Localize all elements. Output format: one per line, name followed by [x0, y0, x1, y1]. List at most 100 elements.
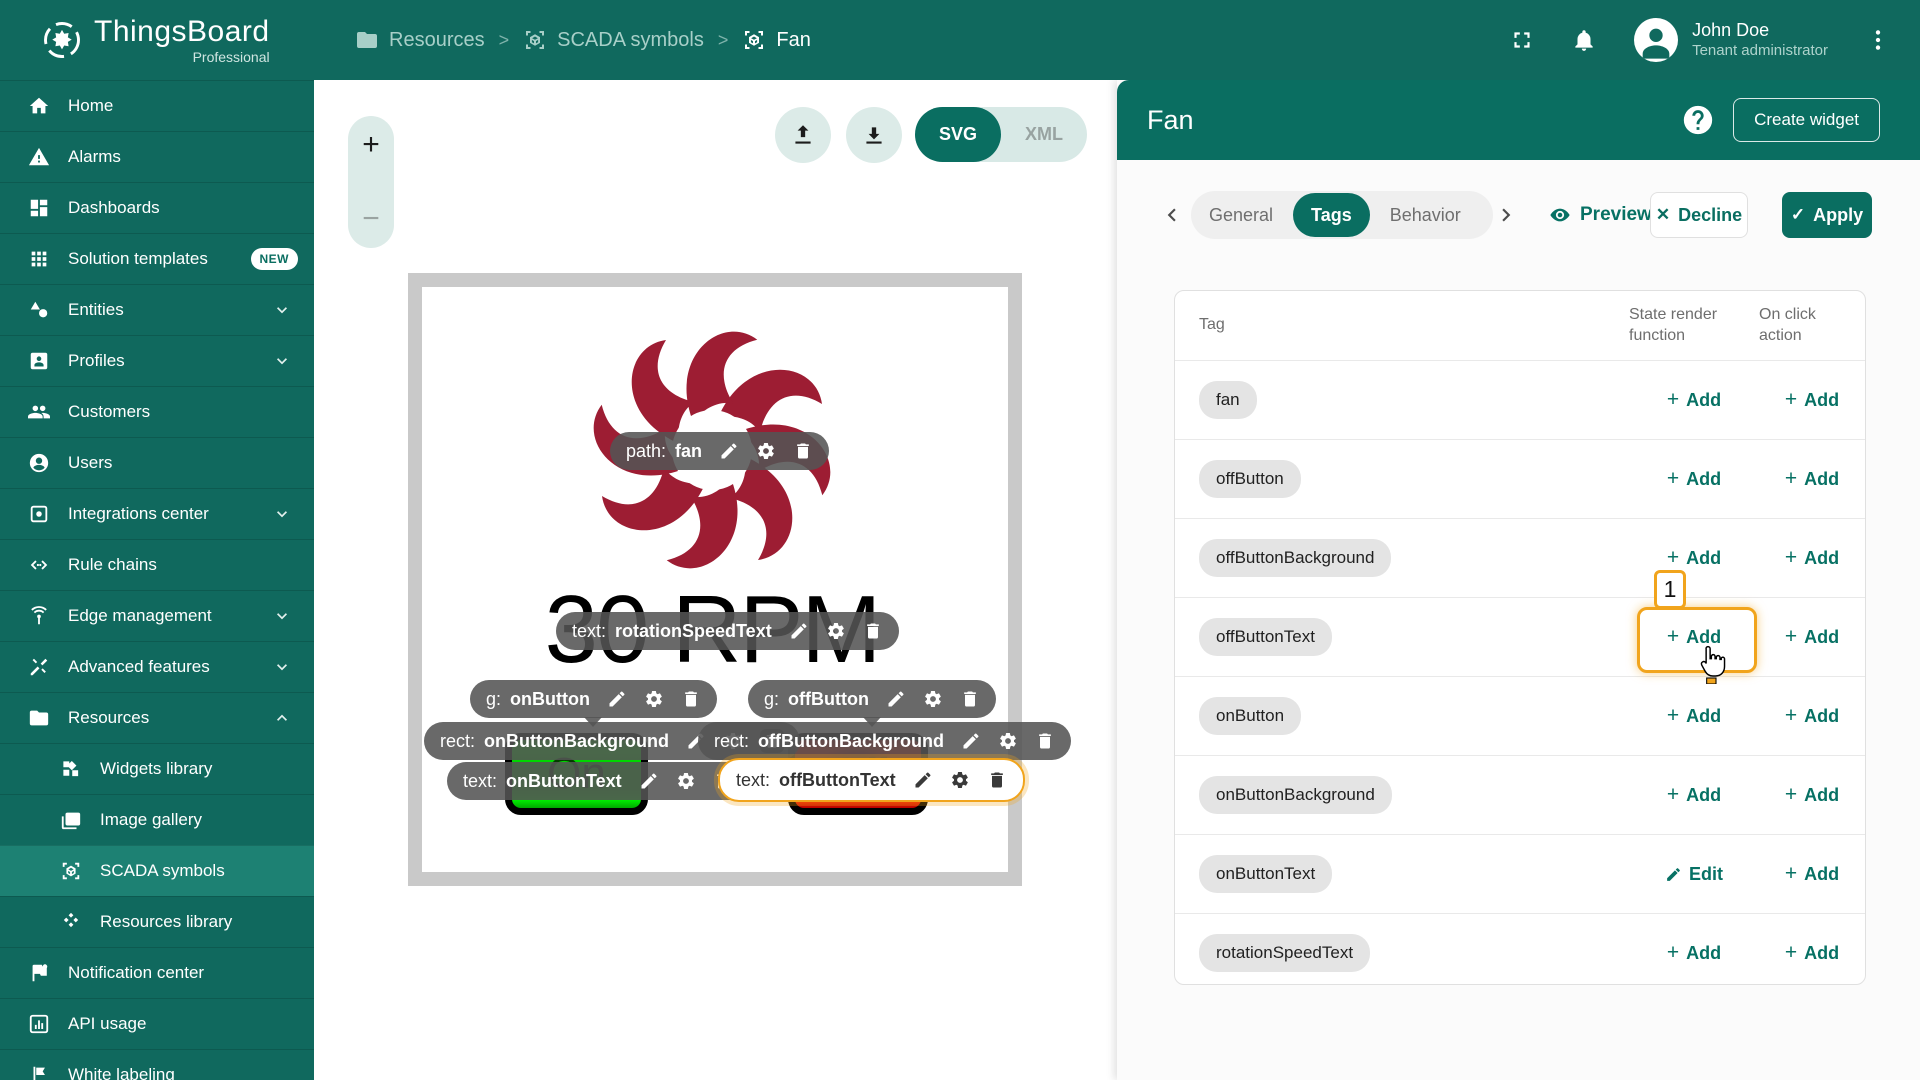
- trash-icon[interactable]: [793, 441, 813, 461]
- sidebar-item-dashboards[interactable]: Dashboards: [0, 182, 314, 233]
- add-state-render-button[interactable]: +Add: [1667, 627, 1721, 648]
- svg-xml-toggle: SVG XML: [915, 107, 1087, 162]
- pencil-icon[interactable]: [789, 621, 809, 641]
- add-click-action-button[interactable]: +Add: [1785, 785, 1839, 806]
- breadcrumb-fan[interactable]: Fan: [742, 28, 810, 52]
- apply-button[interactable]: ✓ Apply: [1782, 192, 1872, 238]
- tabs-scroll-left-icon[interactable]: [1159, 202, 1185, 228]
- add-click-action-button[interactable]: +Add: [1785, 390, 1839, 411]
- fullscreen-button[interactable]: [1498, 16, 1546, 64]
- sidebar-item-image-gallery[interactable]: Image gallery: [0, 794, 314, 845]
- add-click-action-button[interactable]: +Add: [1785, 706, 1839, 727]
- sidebar-item-api-usage[interactable]: API usage: [0, 998, 314, 1049]
- sidebar-item-alarms[interactable]: Alarms: [0, 131, 314, 182]
- pencil-icon[interactable]: [639, 771, 659, 791]
- fullscreen-icon: [1509, 27, 1535, 53]
- add-state-render-button[interactable]: +Add: [1667, 390, 1721, 411]
- tab-behavior[interactable]: Behavior: [1372, 191, 1479, 239]
- help-icon[interactable]: [1681, 103, 1715, 137]
- gear-icon[interactable]: [644, 689, 664, 709]
- add-click-action-button[interactable]: +Add: [1785, 943, 1839, 964]
- column-tag: Tag: [1175, 315, 1629, 336]
- check-icon: ✓: [1791, 205, 1805, 225]
- pencil-icon[interactable]: [719, 441, 739, 461]
- tabs-scroll-right-icon[interactable]: [1493, 202, 1519, 228]
- tab-tags[interactable]: Tags: [1293, 193, 1370, 237]
- pencil-icon[interactable]: [913, 770, 933, 790]
- notifications-button[interactable]: [1560, 16, 1608, 64]
- panel-header: Fan Create widget: [1117, 80, 1920, 160]
- trash-icon[interactable]: [960, 689, 980, 709]
- sidebar-item-resources-library[interactable]: Resources library: [0, 896, 314, 947]
- sidebar-item-advanced-features[interactable]: Advanced features: [0, 641, 314, 692]
- table-row-offButtonText: offButtonText +Add 1 +Add: [1175, 597, 1865, 676]
- tag-chip: onButtonText: [1199, 855, 1332, 893]
- download-icon: [861, 122, 887, 148]
- add-state-render-button[interactable]: +Add: [1667, 469, 1721, 490]
- trash-icon[interactable]: [863, 621, 883, 641]
- pencil-icon[interactable]: [886, 689, 906, 709]
- trash-icon[interactable]: [1035, 731, 1055, 751]
- tab-properties-clipped[interactable]: Properties: [1479, 191, 1493, 239]
- bell-icon: [1571, 27, 1597, 53]
- gear-icon[interactable]: [923, 689, 943, 709]
- add-click-action-button[interactable]: +Add: [1785, 864, 1839, 885]
- plus-icon: +: [1667, 626, 1679, 647]
- trash-icon[interactable]: [681, 689, 701, 709]
- breadcrumb-scada-symbols[interactable]: SCADA symbols: [523, 28, 704, 52]
- sidebar-item-white-labeling[interactable]: White labeling: [0, 1049, 314, 1080]
- more-menu-button[interactable]: [1854, 16, 1902, 64]
- sidebar-item-users[interactable]: Users: [0, 437, 314, 488]
- toggle-svg[interactable]: SVG: [915, 107, 1001, 162]
- zoom-out-button[interactable]: −: [362, 204, 380, 234]
- zoom-in-button[interactable]: +: [362, 130, 380, 160]
- tag-chip: offButtonBackground: [1199, 539, 1391, 577]
- toggle-xml[interactable]: XML: [1001, 107, 1087, 162]
- add-state-render-button[interactable]: +Add: [1667, 706, 1721, 727]
- sidebar-item-profiles[interactable]: Profiles: [0, 335, 314, 386]
- table-row-onButtonBackground: onButtonBackground +Add +Add: [1175, 755, 1865, 834]
- new-badge: NEW: [251, 248, 299, 270]
- pencil-icon[interactable]: [961, 731, 981, 751]
- alarms-icon: [28, 146, 50, 168]
- edit-state-render-button[interactable]: Edit: [1665, 864, 1723, 885]
- tab-general[interactable]: General: [1191, 191, 1291, 239]
- gear-icon[interactable]: [756, 441, 776, 461]
- download-button[interactable]: [846, 107, 902, 163]
- gear-icon[interactable]: [676, 771, 696, 791]
- sidebar-item-resources[interactable]: Resources: [0, 692, 314, 743]
- sidebar-item-scada-symbols[interactable]: SCADA symbols: [0, 845, 314, 896]
- sidebar-item-entities[interactable]: Entities: [0, 284, 314, 335]
- create-widget-button[interactable]: Create widget: [1733, 98, 1880, 142]
- gear-icon[interactable]: [950, 770, 970, 790]
- sidebar-item-widgets-library[interactable]: Widgets library: [0, 743, 314, 794]
- add-click-action-button[interactable]: +Add: [1785, 627, 1839, 648]
- gear-icon[interactable]: [826, 621, 846, 641]
- folder-icon: [28, 707, 50, 729]
- sidebar-item-rule-chains[interactable]: Rule chains: [0, 539, 314, 590]
- tags-table: Tag State render function On click actio…: [1174, 290, 1866, 985]
- gear-icon[interactable]: [998, 731, 1018, 751]
- close-icon: ✕: [1656, 205, 1670, 225]
- add-click-action-button[interactable]: +Add: [1785, 469, 1839, 490]
- sidebar-item-home[interactable]: Home: [0, 80, 314, 131]
- trash-icon[interactable]: [987, 770, 1007, 790]
- sidebar-item-edge-management[interactable]: Edge management: [0, 590, 314, 641]
- upload-button[interactable]: [775, 107, 831, 163]
- sidebar-item-solution-templates[interactable]: Solution templatesNEW: [0, 233, 314, 284]
- decline-button[interactable]: ✕ Decline: [1650, 192, 1748, 238]
- breadcrumb-resources[interactable]: Resources: [355, 28, 485, 52]
- add-click-action-button[interactable]: +Add: [1785, 548, 1839, 569]
- pencil-icon[interactable]: [607, 689, 627, 709]
- add-state-render-button[interactable]: +Add: [1667, 548, 1721, 569]
- sidebar-item-notification-center[interactable]: Notification center: [0, 947, 314, 998]
- add-state-render-button[interactable]: +Add: [1667, 785, 1721, 806]
- folder-icon: [355, 28, 379, 52]
- preview-button[interactable]: Preview: [1549, 204, 1652, 226]
- sidebar-item-customers[interactable]: Customers: [0, 386, 314, 437]
- sidebar-item-integrations-center[interactable]: Integrations center: [0, 488, 314, 539]
- tag-chip: fan: [1199, 381, 1257, 419]
- header-actions: John Doe Tenant administrator: [1498, 0, 1920, 80]
- add-state-render-button[interactable]: +Add: [1667, 943, 1721, 964]
- avatar[interactable]: [1634, 18, 1678, 62]
